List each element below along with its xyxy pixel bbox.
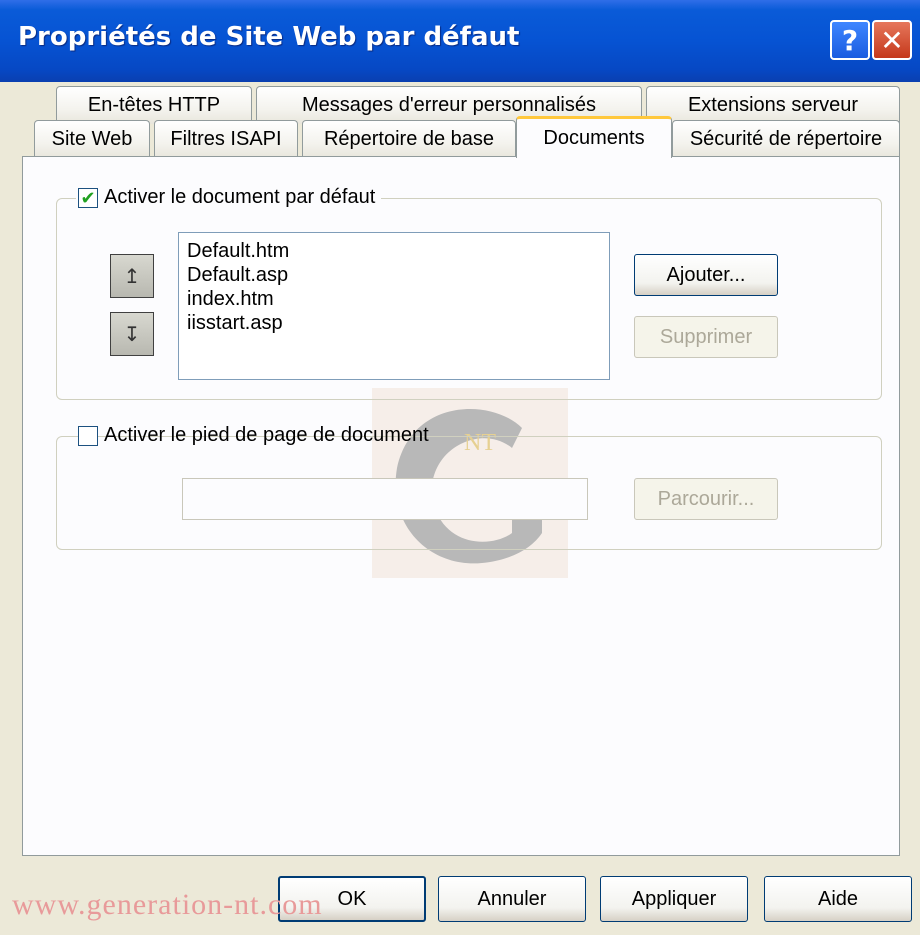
close-title-button[interactable]: ✕ [872,20,912,60]
help-title-button[interactable]: ? [830,20,870,60]
list-item[interactable]: iisstart.asp [187,311,601,335]
enable-document-footer-label: Activer le pied de page de document [104,424,429,446]
tab-site-web[interactable]: Site Web [34,120,150,158]
checkmark-icon: ✔ [80,187,96,208]
add-button[interactable]: Ajouter... [634,254,778,296]
tab-filtres-isapi[interactable]: Filtres ISAPI [154,120,298,158]
help-button[interactable]: Aide [764,876,912,922]
tab-documents[interactable]: Documents [516,116,672,158]
apply-button-label: Appliquer [631,887,717,910]
enable-default-document-label: Activer le document par défaut [104,186,376,208]
tab-label: En-têtes HTTP [87,94,221,116]
tab-en-tetes-http[interactable]: En-têtes HTTP [56,86,252,124]
tab-label: Messages d'erreur personnalisés [302,94,596,116]
site-watermark-text: www.generation-nt.com [12,888,323,921]
enable-default-document-checkbox[interactable]: ✔ [78,187,98,208]
cancel-button-label: Annuler [477,887,547,910]
enable-document-footer[interactable]: Activer le pied de page de document [76,424,435,447]
footer-path-field[interactable] [182,478,588,520]
close-icon: ✕ [880,23,904,57]
apply-button[interactable]: Appliquer [600,876,748,922]
browse-button-label: Parcourir... [657,487,755,510]
remove-button[interactable]: Supprimer [634,316,778,358]
tab-label: Répertoire de base [323,128,495,150]
list-item[interactable]: Default.asp [187,263,601,287]
tab-extensions-serveur[interactable]: Extensions serveur [646,86,900,124]
move-up-button[interactable]: ↥ [110,254,154,298]
window-title: Propriétés de Site Web par défaut [18,22,520,52]
remove-button-label: Supprimer [659,325,753,348]
tab-label: Documents [543,127,645,149]
move-down-button[interactable]: ↧ [110,312,154,356]
browse-button[interactable]: Parcourir... [634,478,778,520]
tab-label: Sécurité de répertoire [689,128,883,150]
arrow-down-icon: ↧ [123,323,141,346]
enable-document-footer-checkbox[interactable] [78,425,98,446]
tab-securite-de-repertoire[interactable]: Sécurité de répertoire [672,120,900,158]
arrow-up-icon: ↥ [123,265,141,288]
ok-button-label: OK [337,887,367,910]
tab-label: Extensions serveur [687,94,859,116]
question-icon: ? [841,23,859,57]
tab-repertoire-de-base[interactable]: Répertoire de base [302,120,516,158]
cancel-button[interactable]: Annuler [438,876,586,922]
title-bar[interactable]: Propriétés de Site Web par défaut ? ✕ [0,0,920,82]
enable-default-document[interactable]: ✔ Activer le document par défaut [76,186,382,209]
help-button-label: Aide [817,887,859,910]
list-item[interactable]: index.htm [187,287,601,311]
tab-label: Filtres ISAPI [170,128,282,150]
tab-label: Site Web [51,128,133,150]
list-item[interactable]: Default.htm [187,239,601,263]
default-documents-list[interactable]: Default.htm Default.asp index.htm iissta… [178,232,610,380]
add-button-label: Ajouter... [666,263,746,286]
